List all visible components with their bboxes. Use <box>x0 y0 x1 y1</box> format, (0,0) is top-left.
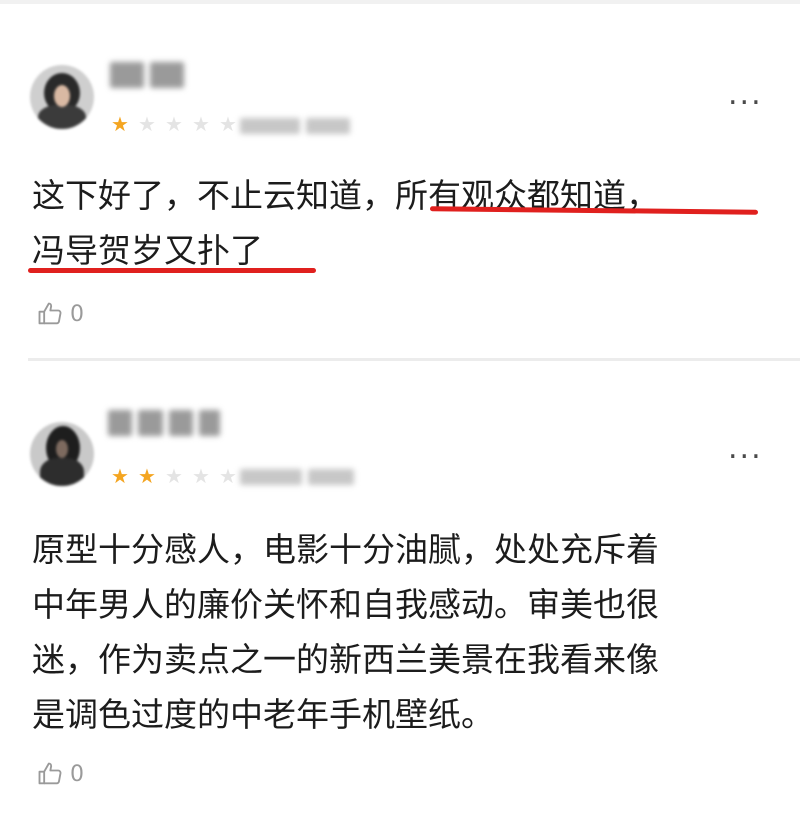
star-empty-icon: ★ <box>165 112 183 136</box>
star-rating: ★ ★ ★ ★ ★ <box>109 114 239 134</box>
star-empty-icon: ★ <box>192 112 210 136</box>
thumbs-up-icon <box>36 300 64 328</box>
timestamp-blurred <box>240 469 356 485</box>
comment-card: ★ ★ ★ ★ ★ ... 这下好了，不止云知道，所有观众都知道， 冯导贺岁又扑了 0 <box>0 0 800 360</box>
star-empty-icon: ★ <box>219 112 237 136</box>
timestamp-blurred <box>240 118 352 134</box>
highlight-underline <box>28 268 316 273</box>
like-button[interactable]: 0 <box>36 300 84 328</box>
comment-text: 这下好了，不止云知道，所有观众都知道， 冯导贺岁又扑了 <box>32 168 772 278</box>
more-options-button[interactable]: ... <box>728 80 763 110</box>
star-filled-icon: ★ <box>111 112 129 136</box>
avatar[interactable] <box>30 422 94 486</box>
avatar[interactable] <box>30 65 94 129</box>
comment-text-line: 这下好了，不止云知道，所有观众都知道， <box>32 176 659 215</box>
like-count: 0 <box>70 301 84 327</box>
username-blurred[interactable] <box>110 62 190 88</box>
comment-card: ★ ★ ★ ★ ★ ... 原型十分感人，电影十分油腻，处处充斥着 中年男人的廉价关怀和… <box>0 362 800 821</box>
star-empty-icon: ★ <box>219 464 237 488</box>
like-button[interactable]: 0 <box>36 760 84 788</box>
comment-text-line: 迷，作为卖点之一的新西兰美景在我看来像 <box>32 640 659 679</box>
username-blurred[interactable] <box>108 410 220 436</box>
comment-divider <box>28 358 800 361</box>
star-filled-icon: ★ <box>138 464 156 488</box>
thumbs-up-icon <box>36 760 64 788</box>
star-empty-icon: ★ <box>192 464 210 488</box>
like-count: 0 <box>70 761 84 787</box>
star-rating: ★ ★ ★ ★ ★ <box>109 466 239 486</box>
comment-text-line: 是调色过度的中老年手机壁纸。 <box>32 695 494 734</box>
comment-text-line: 中年男人的廉价关怀和自我感动。审美也很 <box>32 585 659 624</box>
star-filled-icon: ★ <box>111 464 129 488</box>
comment-text: 原型十分感人，电影十分油腻，处处充斥着 中年男人的廉价关怀和自我感动。审美也很 … <box>32 522 772 742</box>
more-options-button[interactable]: ... <box>728 434 763 464</box>
star-empty-icon: ★ <box>138 112 156 136</box>
comment-text-line: 原型十分感人，电影十分油腻，处处充斥着 <box>32 530 659 569</box>
star-empty-icon: ★ <box>165 464 183 488</box>
